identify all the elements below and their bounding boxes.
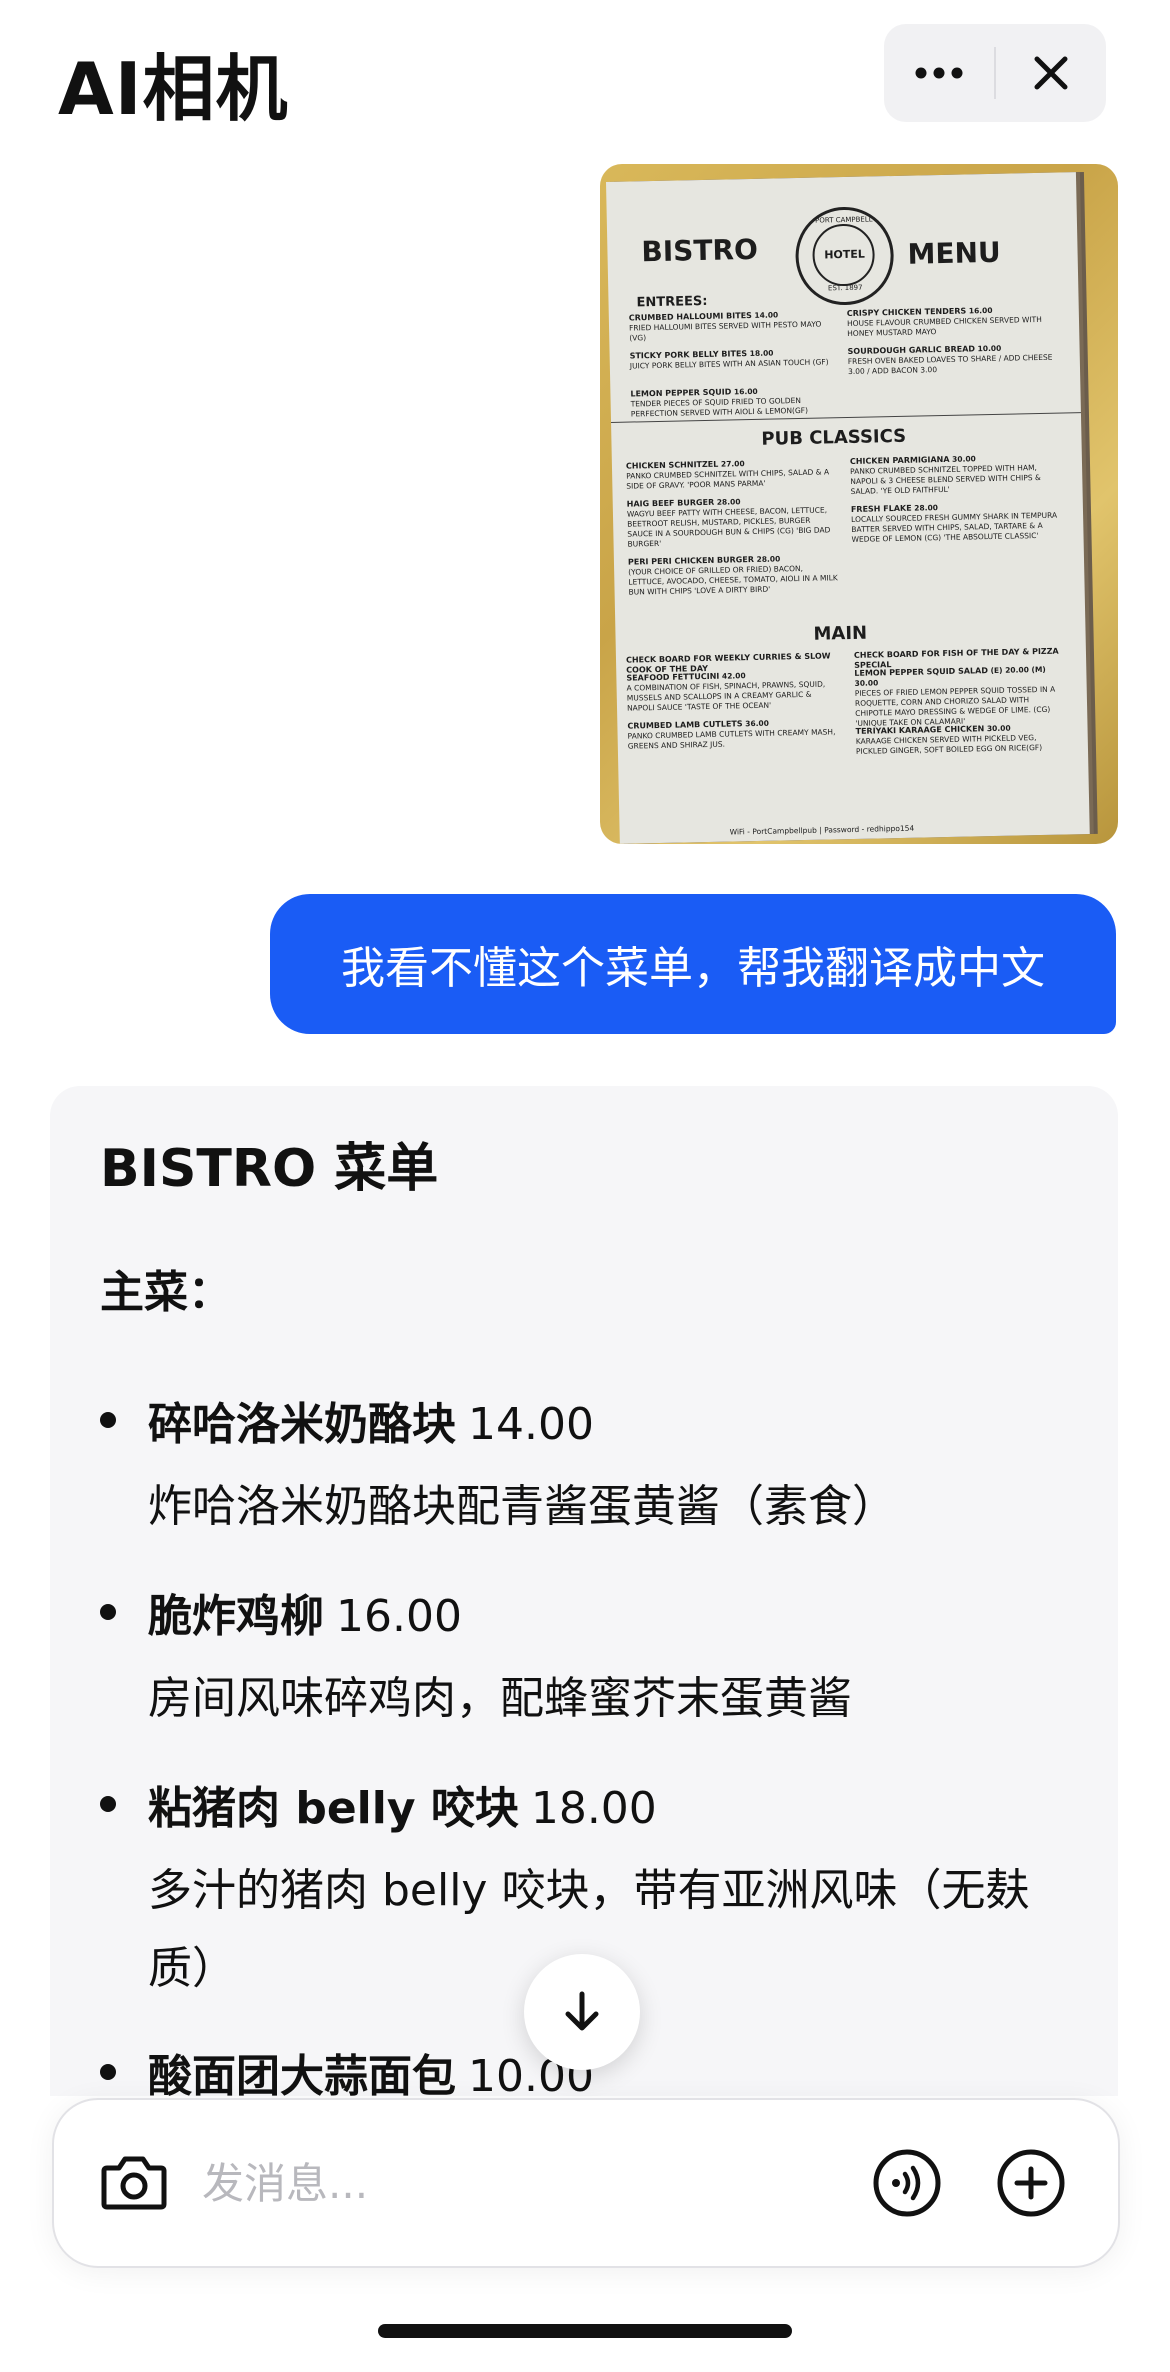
bullet-dot <box>100 1604 116 1620</box>
menu-photo-item: FRESH FLAKE 28.00 LOCALLY SOURCED FRESH G… <box>851 501 1062 545</box>
menu-photo-item-desc: (YOUR CHOICE OF GRILLED OR FRIED) BACON,… <box>628 563 838 597</box>
menu-photo-item-price: 18.00 <box>747 348 774 359</box>
menu-photo-item-name: HAIG BEEF BURGER <box>626 497 715 509</box>
menu-photo-item-price: 16.00 <box>966 305 993 316</box>
menu-photo-item-price: 14.00 <box>751 310 779 320</box>
close-icon <box>1034 56 1068 90</box>
message-input[interactable] <box>200 2146 764 2220</box>
menu-items: CRUMBED HALLOUMI BITES 14.00 FRIED HALLOU… <box>606 172 1076 756</box>
menu-photo-item-price: 28.00 <box>753 554 781 564</box>
menu-paper: BISTRO MENU PORT CAMPBELL HOTEL EST. 189… <box>606 172 1090 844</box>
scroll-to-bottom-button[interactable] <box>524 1954 640 2070</box>
seal-center-text: HOTEL <box>824 247 865 262</box>
menu-photo-item-desc: FRESH OVEN BAKED LOAVES TO SHARE / ADD C… <box>847 352 1053 376</box>
menu-photo-item-price: 10.00 <box>974 343 1002 354</box>
dish-price: 16.00 <box>336 1591 462 1642</box>
menu-photo-item-desc: PANKO CRUMBED SCHNITZEL TOPPED WITH HAM,… <box>850 463 1041 496</box>
menu-photo-item-desc: TENDER PIECES OF SQUID FRIED TO GOLDEN P… <box>630 395 809 419</box>
home-indicator <box>378 2324 792 2338</box>
menu-photo-item: SEAFOOD FETTUCINI 42.00 A COMBINATION OF … <box>626 669 837 713</box>
menu-photo-item: PERI PERI CHICKEN BURGER 28.00 (YOUR CHOI… <box>628 553 839 597</box>
menu-photo-item-desc: LOCALLY SOURCED FRESH GUMMY SHARK IN TEM… <box>851 510 1058 544</box>
menu-entrees-heading: ENTREES: <box>636 293 708 311</box>
menu-photo-item: LEMON PEPPER SQUID SALAD (E) 20.00 (M) 3… <box>854 665 1065 729</box>
bullet-dot <box>100 2064 116 2080</box>
user-message-text: 我看不懂这个菜单，帮我翻译成中文 <box>341 943 1045 994</box>
message-composer <box>52 2098 1120 2268</box>
menu-main-heading: MAIN <box>813 622 868 645</box>
ai-reply-card: BISTRO 菜单 主菜： 碎哈洛米奶酪块 14.00 炸哈洛米奶酪块配青酱蛋黄酱… <box>50 1086 1118 2096</box>
reply-section-heading: 主菜： <box>100 1267 232 1318</box>
menu-photo-item-price: 28.00 <box>911 503 939 513</box>
dish-price: 18.00 <box>530 1783 657 1834</box>
menu-photo-item-desc: A COMBINATION OF FISH, SPINACH, PRAWNS, … <box>626 679 826 713</box>
menu-photo-item-desc: PANKO CRUMBED SCHNITZEL WITH CHIPS, SALA… <box>626 467 830 491</box>
arrow-down-icon <box>565 1991 599 2031</box>
menu-wifi-line: WiFi - PortCampbellpub | Password - redh… <box>729 823 915 837</box>
top-bar: AI相机 <box>0 0 1170 150</box>
menu-photo-item: TERIYAKI KARAAGE CHICKEN 30.00 KARAAGE CH… <box>855 722 1066 756</box>
menu-photo-item-desc: WAGYU BEEF PATTY WITH CHEESE, BACON, LET… <box>626 505 831 549</box>
plus-circle-icon <box>997 2149 1065 2217</box>
bullet-dot <box>100 1412 116 1428</box>
menu-photo-item-desc: FRIED HALLOUMI BITES SERVED WITH PESTO M… <box>628 319 822 343</box>
close-button[interactable] <box>996 24 1106 122</box>
dish-name: 碎哈洛米奶酪块 <box>148 1399 456 1450</box>
user-message-bubble: 我看不懂这个菜单，帮我翻译成中文 <box>270 894 1116 1034</box>
dish-name: 脆炸鸡柳 <box>148 1591 324 1642</box>
bullet-dot <box>100 1796 116 1812</box>
menu-photo-item: CHICKEN SCHNITZEL 27.00 PANKO CRUMBED SCH… <box>626 457 837 491</box>
dish-description: 炸哈洛米奶酪块配青酱蛋黄酱（素食） <box>148 1481 896 1532</box>
menu-photo-item-name: FRESH FLAKE <box>850 503 912 514</box>
seal-bottom-text: EST. 1897 <box>827 283 863 293</box>
menu-photo-item: CRISPY CHICKEN TENDERS 16.00 HOUSE FLAVOU… <box>847 305 1058 339</box>
menu-photo-item-name: LEMON PEPPER SQUID SALAD <box>854 666 989 678</box>
voice-call-icon <box>873 2149 941 2217</box>
camera-button[interactable] <box>98 2146 170 2218</box>
app-title: AI相机 <box>58 47 289 131</box>
menu-pub-heading-text: PUB CLASSICS <box>761 425 907 450</box>
hotel-seal: PORT CAMPBELL HOTEL EST. 1897 <box>794 206 895 307</box>
menu-photo-item-desc: KARAAGE CHICKEN SERVED WITH PICKELD VEG,… <box>855 733 1043 756</box>
menu-photo-item-price: 36.00 <box>742 718 770 729</box>
menu-photo-item-desc: HOUSE FLAVOUR CRUMBED CHICKEN SERVED WIT… <box>846 314 1042 338</box>
menu-photo-item-price: 16.00 <box>731 386 758 397</box>
menu-photo-item-price: 30.00 <box>949 454 976 464</box>
seal-top-text: PORT CAMPBELL <box>814 215 873 225</box>
menu-photo-item-price: 42.00 <box>719 671 746 681</box>
menu-photo-item: LEMON PEPPER SQUID 16.00 TENDER PIECES OF… <box>630 385 841 419</box>
camera-icon <box>101 2156 167 2210</box>
menu-photo[interactable]: BISTRO MENU PORT CAMPBELL HOTEL EST. 189… <box>600 164 1118 844</box>
menu-photo-item: CRUMBED HALLOUMI BITES 14.00 FRIED HALLOU… <box>629 309 840 343</box>
header-actions-capsule <box>884 24 1106 122</box>
add-attachment-button[interactable] <box>994 2146 1068 2220</box>
menu-photo-item: CRUMBED LAMB CUTLETS 36.00 PANKO CRUMBED … <box>627 717 838 751</box>
reply-title: BISTRO 菜单 <box>100 1139 439 1199</box>
dish-name: 酸面团大蒜面包 <box>148 2051 456 2096</box>
menu-left-title: BISTRO <box>641 232 759 269</box>
menu-photo-item-price: 28.00 <box>714 497 741 507</box>
menu-photo-item: CHICKEN PARMIGIANA 30.00 PANKO CRUMBED SC… <box>850 453 1061 497</box>
menu-photo-item: SOURDOUGH GARLIC BREAD 10.00 FRESH OVEN B… <box>848 343 1059 377</box>
menu-photo-item: STICKY PORK BELLY BITES 18.00 JUICY PORK … <box>630 347 840 371</box>
voice-call-button[interactable] <box>870 2146 944 2220</box>
dish-description: 房间风味碎鸡肉，配蜂蜜芥末蛋黄酱 <box>148 1673 852 1724</box>
menu-photo-item: HAIG BEEF BURGER 28.00 WAGYU BEEF PATTY W… <box>627 495 838 549</box>
menu-right-title: MENU <box>907 235 1002 271</box>
more-button[interactable] <box>884 24 994 122</box>
more-dots-icon <box>915 67 963 79</box>
menu-photo-item-price: 27.00 <box>718 459 745 469</box>
dish-name: 粘猪肉 belly 咬块 <box>148 1783 519 1834</box>
menu-photo-item-price: 30.00 <box>984 723 1011 734</box>
menu-photo-item-desc: PANKO CRUMBED LAMB CUTLETS WITH CREAMY M… <box>627 727 836 751</box>
dish-price: 14.00 <box>468 1399 594 1450</box>
